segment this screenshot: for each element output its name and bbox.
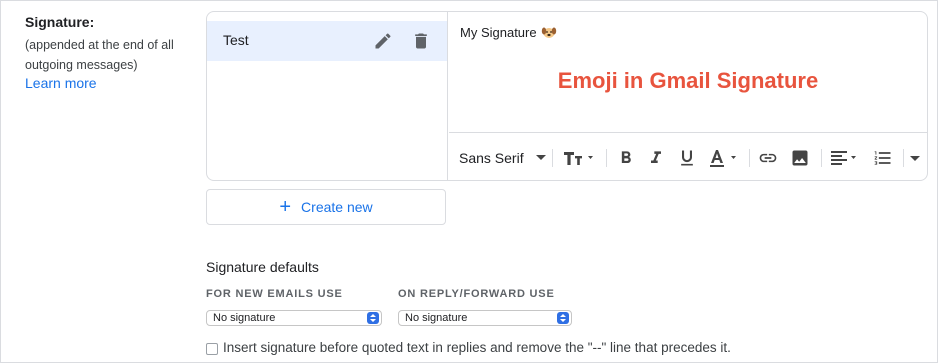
dog-face-icon [541,24,557,40]
delete-icon[interactable] [411,31,431,51]
underline-icon[interactable] [677,147,697,169]
overlay-title: Emoji in Gmail Signature [557,68,819,93]
insert-signature-checkbox[interactable] [206,343,218,355]
toolbar-divider [821,149,822,167]
reply-forward-select-value: No signature [405,312,468,324]
new-emails-label: FOR NEW EMAILS USE [206,288,343,300]
editor-content[interactable]: My Signature [460,24,557,40]
align-icon[interactable] [829,147,863,169]
toolbar-divider [749,149,750,167]
edit-icon[interactable] [373,31,393,51]
toolbar-divider [552,149,553,167]
font-family-label: Sans Serif [459,150,524,166]
signature-defaults-title: Signature defaults [206,259,319,275]
reply-forward-select[interactable]: No signature [398,310,572,326]
signature-editor[interactable]: My Signature Emoji in Gmail Signature Sa… [449,12,927,180]
font-size-icon[interactable] [562,147,598,169]
toolbar-divider [903,149,904,167]
editor-content-text: My Signature [460,25,537,40]
select-stepper-icon [557,312,569,324]
signature-name: Test [223,32,249,48]
signature-description: (appended at the end of all outgoing mes… [25,38,174,72]
learn-more-link[interactable]: Learn more [25,75,97,91]
signature-list-item[interactable]: Test [207,21,447,61]
signature-list: Test [207,12,448,180]
link-icon[interactable] [757,147,779,169]
image-icon[interactable] [790,147,810,169]
more-options-icon[interactable] [909,147,921,169]
text-color-icon[interactable] [709,147,743,169]
italic-icon[interactable] [646,147,666,169]
font-family-select[interactable]: Sans Serif [459,147,546,169]
insert-signature-label: Insert signature before quoted text in r… [223,340,731,355]
numbered-list-icon[interactable] [873,147,893,169]
select-stepper-icon [367,312,379,324]
new-emails-select-value: No signature [213,312,276,324]
settings-panel: Signature: (appended at the end of all o… [0,0,938,363]
reply-forward-label: ON REPLY/FORWARD USE [398,288,555,300]
toolbar-divider [606,149,607,167]
create-new-label: Create new [301,199,373,215]
signature-box: Test My Signature Emoji in Gmail Signatu… [206,11,928,181]
plus-icon: + [279,196,292,218]
signature-label: Signature: [25,14,95,30]
create-new-button[interactable]: + Create new [206,189,446,225]
chevron-down-icon [535,155,546,161]
new-emails-select[interactable]: No signature [206,310,382,326]
format-toolbar: Sans Serif [449,132,927,180]
bold-icon[interactable] [616,147,636,169]
